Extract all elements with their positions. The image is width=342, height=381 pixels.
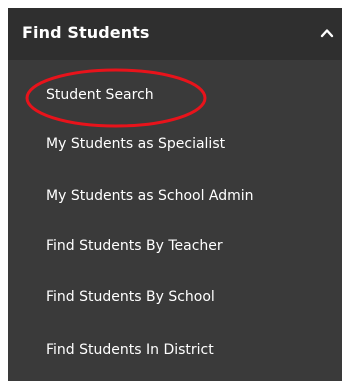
menu-item-my-students-school-admin[interactable]: My Students as School Admin [46,188,254,204]
panel-header[interactable]: Find Students [8,8,342,60]
chevron-up-icon[interactable] [320,26,334,40]
menu-item-student-search[interactable]: Student Search [46,87,154,103]
panel-title: Find Students [22,23,150,42]
menu-item-my-students-specialist[interactable]: My Students as Specialist [46,136,225,152]
menu-item-in-district[interactable]: Find Students In District [46,342,214,358]
menu-item-by-school[interactable]: Find Students By School [46,289,215,305]
find-students-panel: Find Students Student Search My Students… [8,8,342,381]
menu-item-by-teacher[interactable]: Find Students By Teacher [46,238,223,254]
